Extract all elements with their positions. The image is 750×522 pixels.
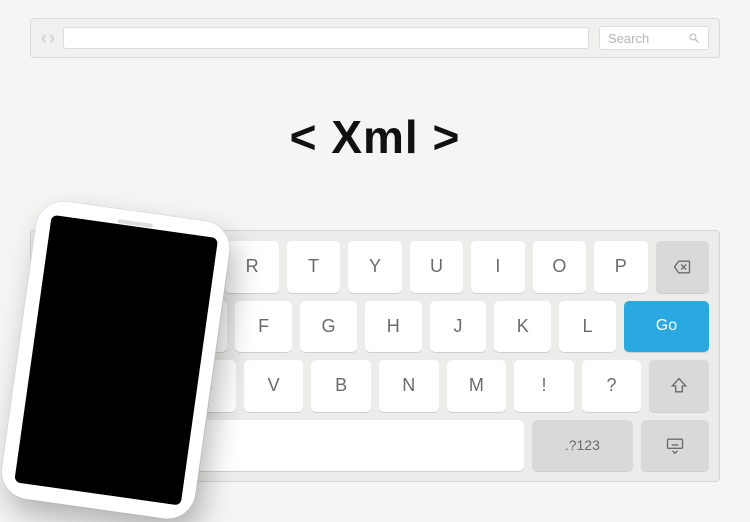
key-i[interactable]: I xyxy=(471,241,524,293)
key-exclaim[interactable]: ! xyxy=(514,360,574,412)
phone-screen xyxy=(14,215,218,506)
nav-arrows: ‹ › xyxy=(41,28,63,49)
smartphone-photo xyxy=(0,198,233,522)
key-v[interactable]: V xyxy=(244,360,304,412)
search-box[interactable]: Search xyxy=(599,26,709,50)
key-g[interactable]: G xyxy=(300,301,357,353)
browser-top-bar: ‹ › Search xyxy=(30,18,720,58)
key-o[interactable]: O xyxy=(533,241,586,293)
page-title: < Xml > xyxy=(0,110,750,164)
search-placeholder: Search xyxy=(608,31,649,46)
key-l[interactable]: L xyxy=(559,301,616,353)
key-go[interactable]: Go xyxy=(624,301,709,353)
key-y[interactable]: Y xyxy=(348,241,401,293)
key-k[interactable]: K xyxy=(494,301,551,353)
key-r[interactable]: R xyxy=(225,241,278,293)
key-m[interactable]: M xyxy=(447,360,507,412)
key-shift[interactable] xyxy=(649,360,709,412)
key-j[interactable]: J xyxy=(430,301,487,353)
back-arrow-icon[interactable]: ‹ xyxy=(41,28,45,49)
keyboard-icon xyxy=(665,435,685,455)
key-h[interactable]: H xyxy=(365,301,422,353)
key-b[interactable]: B xyxy=(311,360,371,412)
key-u[interactable]: U xyxy=(410,241,463,293)
key-question[interactable]: ? xyxy=(582,360,642,412)
shift-icon xyxy=(669,376,689,396)
key-p[interactable]: P xyxy=(594,241,647,293)
key-numbers-right[interactable]: .?123 xyxy=(532,420,634,472)
backspace-icon xyxy=(672,257,692,277)
forward-arrow-icon[interactable]: › xyxy=(49,28,53,49)
key-hide-keyboard[interactable] xyxy=(641,420,709,472)
key-backspace[interactable] xyxy=(656,241,709,293)
key-n[interactable]: N xyxy=(379,360,439,412)
key-f[interactable]: F xyxy=(235,301,292,353)
search-icon xyxy=(688,32,700,44)
key-t[interactable]: T xyxy=(287,241,340,293)
key-space[interactable] xyxy=(185,420,524,472)
url-input[interactable] xyxy=(63,27,589,49)
